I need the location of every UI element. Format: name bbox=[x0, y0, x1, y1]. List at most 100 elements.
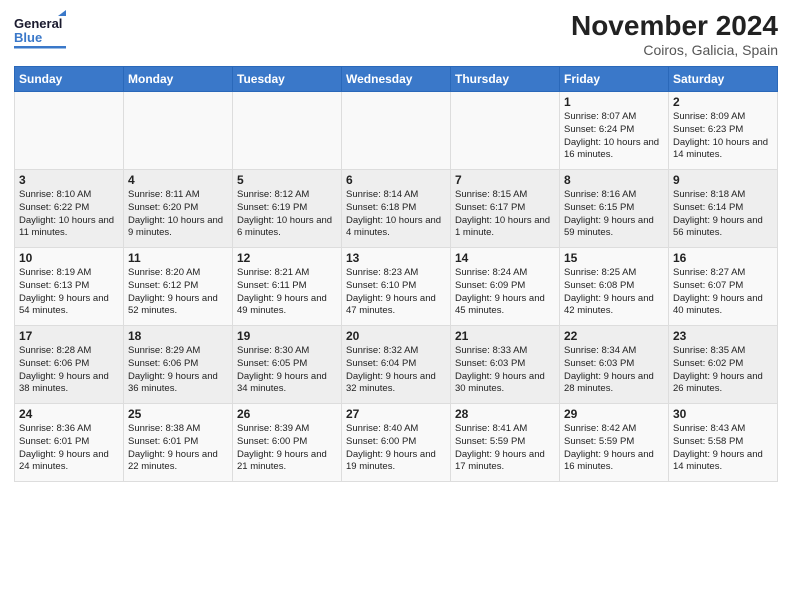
cell-content: Daylight: 9 hours and 21 minutes. bbox=[237, 449, 337, 475]
cell-content: Daylight: 9 hours and 14 minutes. bbox=[673, 449, 773, 475]
cell-content: Daylight: 9 hours and 22 minutes. bbox=[128, 449, 228, 475]
calendar-table: Sunday Monday Tuesday Wednesday Thursday… bbox=[14, 66, 778, 482]
cell-content: Sunrise: 8:09 AM bbox=[673, 111, 773, 124]
cell-content: Daylight: 9 hours and 38 minutes. bbox=[19, 371, 119, 397]
cell-content: Sunrise: 8:36 AM bbox=[19, 423, 119, 436]
cell-content: Sunset: 6:18 PM bbox=[346, 202, 446, 215]
table-row: 14Sunrise: 8:24 AMSunset: 6:09 PMDayligh… bbox=[451, 248, 560, 326]
cell-content: Daylight: 9 hours and 36 minutes. bbox=[128, 371, 228, 397]
page-container: General Blue November 2024 Coiros, Galic… bbox=[0, 0, 792, 490]
cell-content: Sunrise: 8:21 AM bbox=[237, 267, 337, 280]
table-row: 3Sunrise: 8:10 AMSunset: 6:22 PMDaylight… bbox=[15, 170, 124, 248]
page-subtitle: Coiros, Galicia, Spain bbox=[571, 42, 778, 58]
day-number: 10 bbox=[19, 251, 119, 265]
calendar-week-row: 24Sunrise: 8:36 AMSunset: 6:01 PMDayligh… bbox=[15, 404, 778, 482]
table-row: 9Sunrise: 8:18 AMSunset: 6:14 PMDaylight… bbox=[669, 170, 778, 248]
cell-content: Daylight: 9 hours and 30 minutes. bbox=[455, 371, 555, 397]
cell-content: Sunrise: 8:30 AM bbox=[237, 345, 337, 358]
table-row: 10Sunrise: 8:19 AMSunset: 6:13 PMDayligh… bbox=[15, 248, 124, 326]
cell-content: Daylight: 10 hours and 9 minutes. bbox=[128, 215, 228, 241]
table-row bbox=[451, 92, 560, 170]
day-number: 3 bbox=[19, 173, 119, 187]
table-row bbox=[124, 92, 233, 170]
cell-content: Sunset: 6:11 PM bbox=[237, 280, 337, 293]
calendar-week-row: 3Sunrise: 8:10 AMSunset: 6:22 PMDaylight… bbox=[15, 170, 778, 248]
cell-content: Daylight: 9 hours and 47 minutes. bbox=[346, 293, 446, 319]
cell-content: Sunset: 6:00 PM bbox=[346, 436, 446, 449]
cell-content: Sunset: 6:03 PM bbox=[455, 358, 555, 371]
svg-text:General: General bbox=[14, 16, 62, 31]
cell-content: Sunrise: 8:32 AM bbox=[346, 345, 446, 358]
cell-content: Sunrise: 8:43 AM bbox=[673, 423, 773, 436]
col-tuesday: Tuesday bbox=[233, 67, 342, 92]
cell-content: Sunset: 5:59 PM bbox=[564, 436, 664, 449]
table-row: 24Sunrise: 8:36 AMSunset: 6:01 PMDayligh… bbox=[15, 404, 124, 482]
cell-content: Daylight: 9 hours and 17 minutes. bbox=[455, 449, 555, 475]
cell-content: Sunset: 6:06 PM bbox=[128, 358, 228, 371]
day-number: 2 bbox=[673, 95, 773, 109]
cell-content: Sunrise: 8:35 AM bbox=[673, 345, 773, 358]
table-row: 30Sunrise: 8:43 AMSunset: 5:58 PMDayligh… bbox=[669, 404, 778, 482]
cell-content: Sunrise: 8:38 AM bbox=[128, 423, 228, 436]
cell-content: Sunset: 5:59 PM bbox=[455, 436, 555, 449]
cell-content: Sunrise: 8:33 AM bbox=[455, 345, 555, 358]
day-number: 13 bbox=[346, 251, 446, 265]
col-friday: Friday bbox=[560, 67, 669, 92]
cell-content: Daylight: 10 hours and 6 minutes. bbox=[237, 215, 337, 241]
day-number: 24 bbox=[19, 407, 119, 421]
day-number: 16 bbox=[673, 251, 773, 265]
cell-content: Sunrise: 8:12 AM bbox=[237, 189, 337, 202]
cell-content: Sunrise: 8:25 AM bbox=[564, 267, 664, 280]
cell-content: Sunrise: 8:34 AM bbox=[564, 345, 664, 358]
day-number: 25 bbox=[128, 407, 228, 421]
day-number: 17 bbox=[19, 329, 119, 343]
day-number: 12 bbox=[237, 251, 337, 265]
day-number: 20 bbox=[346, 329, 446, 343]
cell-content: Daylight: 9 hours and 49 minutes. bbox=[237, 293, 337, 319]
day-number: 5 bbox=[237, 173, 337, 187]
day-number: 29 bbox=[564, 407, 664, 421]
col-monday: Monday bbox=[124, 67, 233, 92]
cell-content: Sunrise: 8:28 AM bbox=[19, 345, 119, 358]
table-row: 28Sunrise: 8:41 AMSunset: 5:59 PMDayligh… bbox=[451, 404, 560, 482]
cell-content: Sunrise: 8:23 AM bbox=[346, 267, 446, 280]
cell-content: Daylight: 9 hours and 56 minutes. bbox=[673, 215, 773, 241]
table-row: 4Sunrise: 8:11 AMSunset: 6:20 PMDaylight… bbox=[124, 170, 233, 248]
day-number: 11 bbox=[128, 251, 228, 265]
table-row: 21Sunrise: 8:33 AMSunset: 6:03 PMDayligh… bbox=[451, 326, 560, 404]
table-row bbox=[233, 92, 342, 170]
cell-content: Daylight: 9 hours and 26 minutes. bbox=[673, 371, 773, 397]
cell-content: Daylight: 10 hours and 14 minutes. bbox=[673, 137, 773, 163]
cell-content: Daylight: 9 hours and 42 minutes. bbox=[564, 293, 664, 319]
table-row: 19Sunrise: 8:30 AMSunset: 6:05 PMDayligh… bbox=[233, 326, 342, 404]
logo-icon: General Blue bbox=[14, 10, 66, 54]
cell-content: Sunset: 6:19 PM bbox=[237, 202, 337, 215]
cell-content: Daylight: 9 hours and 19 minutes. bbox=[346, 449, 446, 475]
cell-content: Sunset: 6:00 PM bbox=[237, 436, 337, 449]
cell-content: Sunset: 6:20 PM bbox=[128, 202, 228, 215]
cell-content: Sunset: 6:15 PM bbox=[564, 202, 664, 215]
day-number: 19 bbox=[237, 329, 337, 343]
cell-content: Sunrise: 8:24 AM bbox=[455, 267, 555, 280]
cell-content: Daylight: 9 hours and 52 minutes. bbox=[128, 293, 228, 319]
table-row: 11Sunrise: 8:20 AMSunset: 6:12 PMDayligh… bbox=[124, 248, 233, 326]
cell-content: Daylight: 9 hours and 16 minutes. bbox=[564, 449, 664, 475]
cell-content: Sunrise: 8:42 AM bbox=[564, 423, 664, 436]
table-row: 7Sunrise: 8:15 AMSunset: 6:17 PMDaylight… bbox=[451, 170, 560, 248]
table-row: 17Sunrise: 8:28 AMSunset: 6:06 PMDayligh… bbox=[15, 326, 124, 404]
cell-content: Sunset: 6:08 PM bbox=[564, 280, 664, 293]
cell-content: Sunset: 6:01 PM bbox=[19, 436, 119, 449]
day-number: 22 bbox=[564, 329, 664, 343]
cell-content: Sunset: 6:01 PM bbox=[128, 436, 228, 449]
cell-content: Sunset: 6:17 PM bbox=[455, 202, 555, 215]
logo: General Blue bbox=[14, 10, 66, 54]
cell-content: Daylight: 10 hours and 1 minute. bbox=[455, 215, 555, 241]
cell-content: Daylight: 10 hours and 16 minutes. bbox=[564, 137, 664, 163]
table-row: 15Sunrise: 8:25 AMSunset: 6:08 PMDayligh… bbox=[560, 248, 669, 326]
table-row: 1Sunrise: 8:07 AMSunset: 6:24 PMDaylight… bbox=[560, 92, 669, 170]
table-row: 12 Sunrise: 8:21 AMSunset: 6:11 PMDayligh… bbox=[233, 248, 342, 326]
cell-content: Daylight: 9 hours and 34 minutes. bbox=[237, 371, 337, 397]
table-row: 22Sunrise: 8:34 AMSunset: 6:03 PMDayligh… bbox=[560, 326, 669, 404]
day-number: 26 bbox=[237, 407, 337, 421]
cell-content: Sunrise: 8:27 AM bbox=[673, 267, 773, 280]
